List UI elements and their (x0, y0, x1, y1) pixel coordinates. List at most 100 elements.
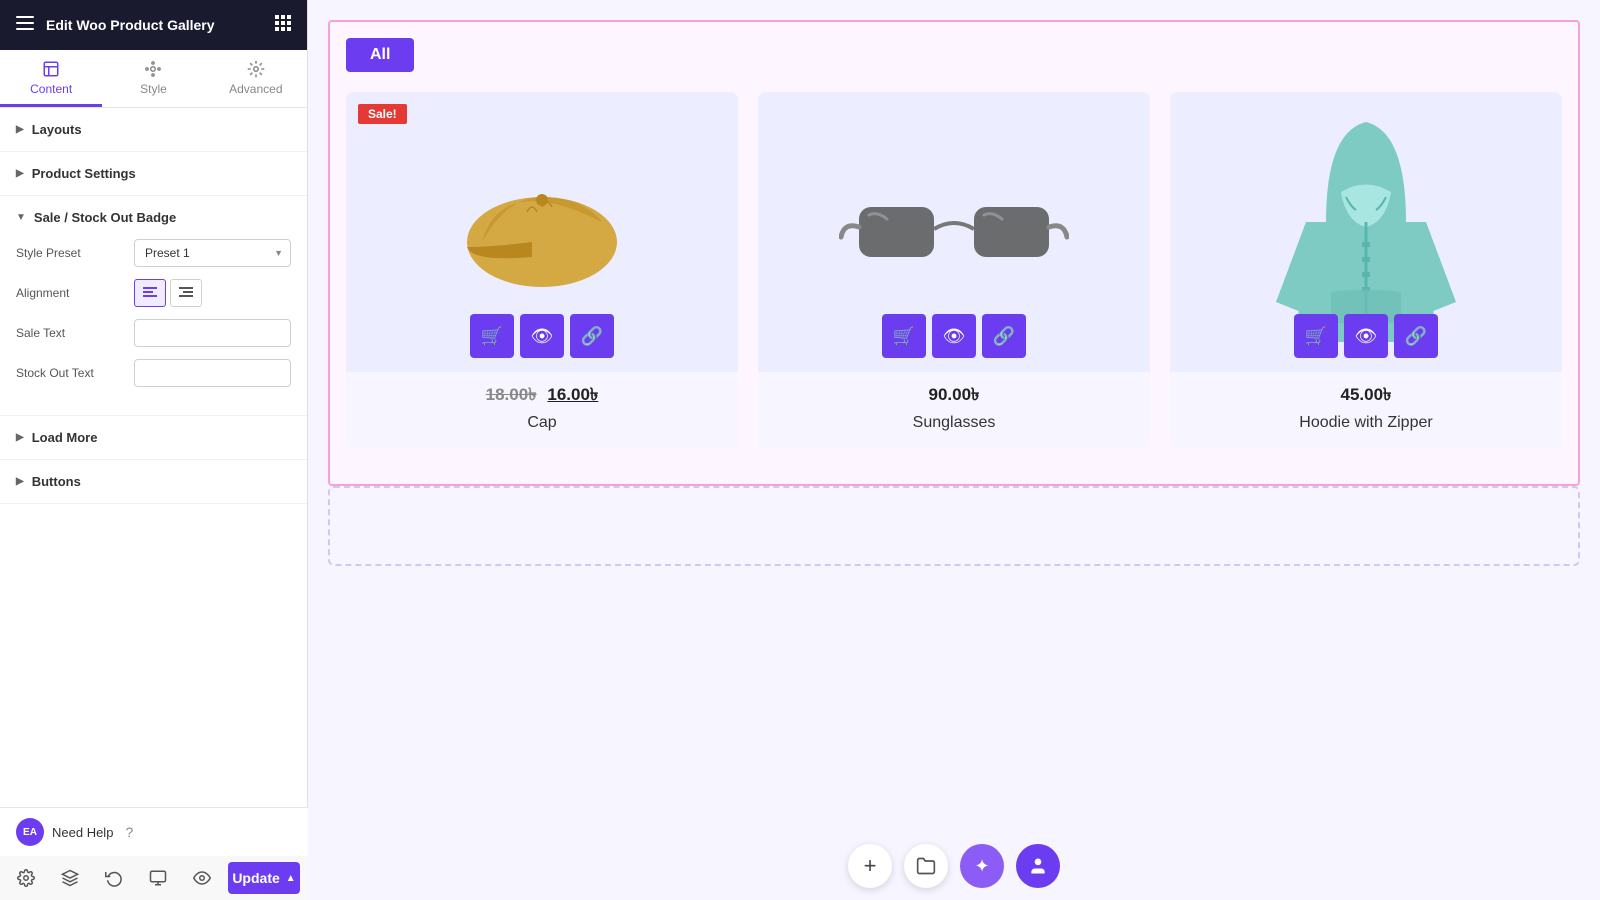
sunglasses-image (839, 167, 1069, 297)
product-price-hoodie: 45.00৳ (1186, 382, 1546, 410)
style-preset-row: Style Preset Preset 1 Preset 2 Preset 3 (16, 239, 291, 267)
preview-toolbar-btn[interactable] (184, 860, 220, 896)
style-preset-label: Style Preset (16, 246, 126, 260)
view-btn-sunglasses[interactable]: 👁 (932, 314, 976, 358)
section-buttons[interactable]: ▶ Buttons (0, 460, 307, 504)
product-sale-price-sunglasses: 90.00৳ (928, 385, 979, 404)
product-info-cap: 18.00৳ 16.00৳ Cap (346, 372, 738, 448)
link-btn-cap[interactable]: 🔗 (570, 314, 614, 358)
product-grid: Sale! (346, 92, 1562, 448)
product-actions-hoodie: 🛒 👁 🔗 (1170, 304, 1562, 368)
product-card-hoodie: 🛒 👁 🔗 45.00৳ Hoodie with Zipper (1170, 92, 1562, 448)
sale-text-input-wrapper (134, 319, 291, 347)
product-original-price-cap: 18.00৳ (486, 385, 537, 404)
update-button[interactable]: Update ▲ (228, 862, 300, 894)
panel-tabs: Content Style Advanced (0, 50, 307, 108)
section-load-more[interactable]: ▶ Load More (0, 416, 307, 460)
product-info-hoodie: 45.00৳ Hoodie with Zipper (1170, 372, 1562, 448)
update-chevron-icon: ▲ (286, 873, 296, 884)
view-btn-cap[interactable]: 👁 (520, 314, 564, 358)
panel-content: ▶ Layouts ▶ Product Settings ▼ Sale / St… (0, 108, 307, 900)
align-right-btn[interactable] (170, 279, 202, 307)
product-card-sunglasses: 🛒 👁 🔗 90.00৳ Sunglasses (758, 92, 1150, 448)
help-question-icon[interactable]: ? (125, 824, 133, 840)
cart-btn-sunglasses[interactable]: 🛒 (882, 314, 926, 358)
cap-image (442, 142, 642, 322)
layers-toolbar-btn[interactable] (52, 860, 88, 896)
tab-advanced[interactable]: Advanced (205, 50, 307, 107)
editor-canvas: All Sale! (308, 0, 1600, 900)
magic-btn[interactable]: ✦ (960, 844, 1004, 888)
sale-badge-cap: Sale! (358, 104, 407, 124)
product-price-sunglasses: 90.00৳ (774, 382, 1134, 410)
tab-content[interactable]: Content (0, 50, 102, 107)
product-name-cap: Cap (362, 414, 722, 432)
link-btn-hoodie[interactable]: 🔗 (1394, 314, 1438, 358)
section-layouts[interactable]: ▶ Layouts (0, 108, 307, 152)
alignment-group (134, 279, 291, 307)
load-more-arrow-icon: ▶ (16, 432, 24, 443)
stock-out-text-input[interactable] (134, 359, 291, 387)
sale-stock-arrow-icon: ▼ (16, 212, 26, 223)
cart-btn-hoodie[interactable]: 🛒 (1294, 314, 1338, 358)
sale-text-label: Sale Text (16, 326, 126, 340)
cart-btn-cap[interactable]: 🛒 (470, 314, 514, 358)
style-preset-dropdown-wrapper: Preset 1 Preset 2 Preset 3 (134, 239, 291, 267)
update-btn-label: Update (232, 870, 279, 886)
grid-icon[interactable] (275, 15, 291, 36)
help-avatar: EA (16, 818, 44, 846)
sale-text-input[interactable] (134, 319, 291, 347)
responsive-toolbar-btn[interactable] (140, 860, 176, 896)
left-panel: Edit Woo Product Gallery Content (0, 0, 308, 900)
add-element-btn[interactable]: + (848, 844, 892, 888)
sale-stock-content: Style Preset Preset 1 Preset 2 Preset 3 … (0, 239, 307, 416)
user-btn[interactable] (1016, 844, 1060, 888)
tab-advanced-label: Advanced (229, 82, 282, 96)
tab-content-label: Content (30, 82, 72, 96)
view-btn-hoodie[interactable]: 👁 (1344, 314, 1388, 358)
section-buttons-label: Buttons (32, 474, 81, 489)
section-sale-stock-label: Sale / Stock Out Badge (34, 210, 176, 225)
section-sale-stock-header[interactable]: ▼ Sale / Stock Out Badge (0, 196, 307, 239)
product-name-hoodie: Hoodie with Zipper (1186, 414, 1546, 432)
navigator-btn[interactable] (904, 844, 948, 888)
section-load-more-label: Load More (32, 430, 98, 445)
layouts-arrow-icon: ▶ (16, 124, 24, 135)
section-product-settings[interactable]: ▶ Product Settings (0, 152, 307, 196)
alignment-label: Alignment (16, 286, 126, 300)
align-left-btn[interactable] (134, 279, 166, 307)
history-toolbar-btn[interactable] (96, 860, 132, 896)
tab-style-label: Style (140, 82, 167, 96)
sale-text-row: Sale Text (16, 319, 291, 347)
dashed-container (328, 486, 1580, 566)
product-settings-arrow-icon: ▶ (16, 168, 24, 179)
style-preset-select[interactable]: Preset 1 Preset 2 Preset 3 (134, 239, 291, 267)
filter-all-btn[interactable]: All (346, 38, 414, 72)
link-btn-sunglasses[interactable]: 🔗 (982, 314, 1026, 358)
filter-bar: All (346, 38, 1562, 72)
product-sale-price-hoodie: 45.00৳ (1340, 385, 1391, 404)
product-sale-price-cap: 16.00৳ (547, 385, 598, 404)
buttons-arrow-icon: ▶ (16, 476, 24, 487)
toolbar-row: Update ▲ (0, 856, 308, 900)
product-actions-sunglasses: 🛒 👁 🔗 (758, 304, 1150, 368)
canvas-bottom-bar: + ✦ (308, 832, 1600, 900)
product-price-cap: 18.00৳ 16.00৳ (362, 382, 722, 410)
product-name-sunglasses: Sunglasses (774, 414, 1134, 432)
right-content: All Sale! (308, 0, 1600, 900)
help-row: EA Need Help ? (0, 808, 308, 856)
panel-bottom: EA Need Help ? (0, 807, 308, 900)
section-layouts-label: Layouts (32, 122, 82, 137)
panel-title: Edit Woo Product Gallery (46, 17, 275, 33)
help-text: Need Help (52, 825, 113, 840)
settings-toolbar-btn[interactable] (8, 860, 44, 896)
stock-out-text-label: Stock Out Text (16, 366, 126, 380)
stock-out-text-input-wrapper (134, 359, 291, 387)
tab-style[interactable]: Style (102, 50, 204, 107)
section-sale-stock-badge: ▼ Sale / Stock Out Badge Style Preset Pr… (0, 196, 307, 416)
product-card-cap: Sale! (346, 92, 738, 448)
alignment-row: Alignment (16, 279, 291, 307)
section-product-settings-label: Product Settings (32, 166, 136, 181)
stock-out-text-row: Stock Out Text (16, 359, 291, 387)
menu-icon[interactable] (16, 16, 34, 35)
